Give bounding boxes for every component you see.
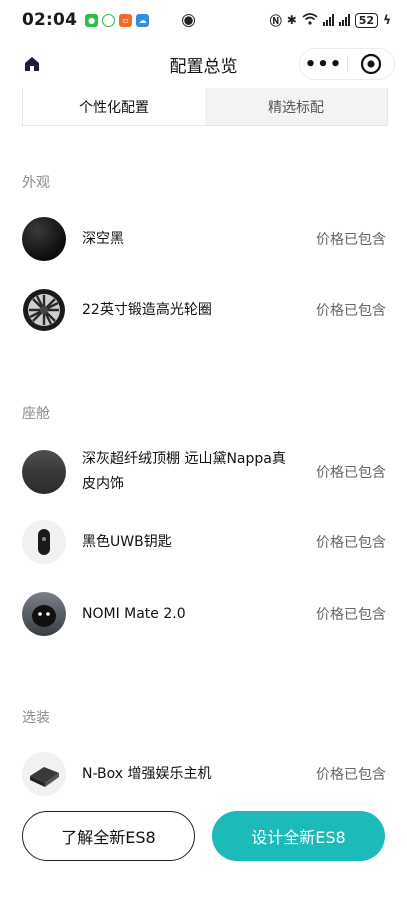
item-name: 黑色UWB钥匙: [82, 533, 172, 550]
nav-bar: 配置总览 •••: [0, 40, 407, 88]
item-name: 深灰超纤绒顶棚 远山黛Nappa真皮内饰: [82, 451, 286, 492]
bluetooth-icon: ✱: [286, 13, 297, 27]
item-name: 深空黑: [82, 230, 124, 247]
app-orange-icon: ▫: [119, 13, 133, 27]
nfc-icon: Ⓝ: [269, 13, 282, 28]
status-right-icons: Ⓝ ✱ 52 ϟ: [270, 12, 391, 29]
section-title-options: 选装: [22, 710, 50, 726]
eye-icon: ◉: [181, 10, 196, 30]
more-icon[interactable]: •••: [300, 54, 347, 75]
signal-icon: [322, 14, 334, 26]
list-item-nbox[interactable]: N-Box 增强娱乐主机 价格已包含: [22, 752, 386, 796]
item-price: 价格已包含: [316, 303, 386, 319]
mini-program-capsule: •••: [299, 48, 395, 80]
item-name: N-Box 增强娱乐主机: [82, 765, 212, 782]
list-item-interior[interactable]: 深灰超纤绒顶棚 远山黛Nappa真皮内饰 价格已包含: [22, 447, 386, 497]
wheel-rim-icon: [22, 288, 66, 332]
section-title-cabin: 座舱: [22, 406, 50, 422]
design-es8-button[interactable]: 设计全新ES8: [212, 811, 385, 861]
charging-icon: ϟ: [383, 13, 391, 27]
status-app-icons: ● ▫ ☁: [85, 13, 150, 27]
section-title-exterior: 外观: [22, 175, 50, 191]
learn-es8-button[interactable]: 了解全新ES8: [22, 811, 195, 861]
item-price: 价格已包含: [316, 607, 386, 623]
chat-icon: [102, 13, 116, 27]
item-name: NOMI Mate 2.0: [82, 605, 186, 622]
tab-personalized-config[interactable]: 个性化配置: [23, 88, 205, 125]
item-price: 价格已包含: [316, 232, 386, 248]
item-price: 价格已包含: [316, 767, 386, 783]
list-item-wheel[interactable]: 22英寸锻造高光轮圈 价格已包含: [22, 288, 386, 332]
app-blue-icon: ☁: [136, 13, 150, 27]
list-item-key[interactable]: 黑色UWB钥匙 价格已包含: [22, 520, 386, 564]
item-price: 价格已包含: [316, 465, 386, 481]
n-box-device-icon: [22, 752, 66, 796]
car-key-icon: [22, 520, 66, 564]
nomi-robot-icon: [22, 592, 66, 636]
item-name: 22英寸锻造高光轮圈: [82, 301, 212, 318]
interior-swatch-icon: [22, 450, 66, 494]
black-paint-swatch-icon: [22, 217, 66, 261]
status-time: 02:04: [22, 10, 78, 30]
wifi-icon: [302, 12, 318, 28]
close-target-icon[interactable]: [348, 53, 394, 75]
status-bar: 02:04 ● ▫ ☁ ◉ Ⓝ ✱ 52 ϟ: [0, 0, 407, 40]
list-item-paint[interactable]: 深空黑 价格已包含: [22, 217, 386, 261]
item-price: 价格已包含: [316, 535, 386, 551]
battery-indicator: 52: [354, 12, 379, 28]
tab-standard-config[interactable]: 精选标配: [205, 88, 387, 125]
config-tabs: 个性化配置 精选标配: [22, 88, 388, 126]
list-item-nomi[interactable]: NOMI Mate 2.0 价格已包含: [22, 592, 386, 636]
signal-icon-2: [338, 14, 350, 26]
wechat-icon: ●: [85, 13, 99, 27]
